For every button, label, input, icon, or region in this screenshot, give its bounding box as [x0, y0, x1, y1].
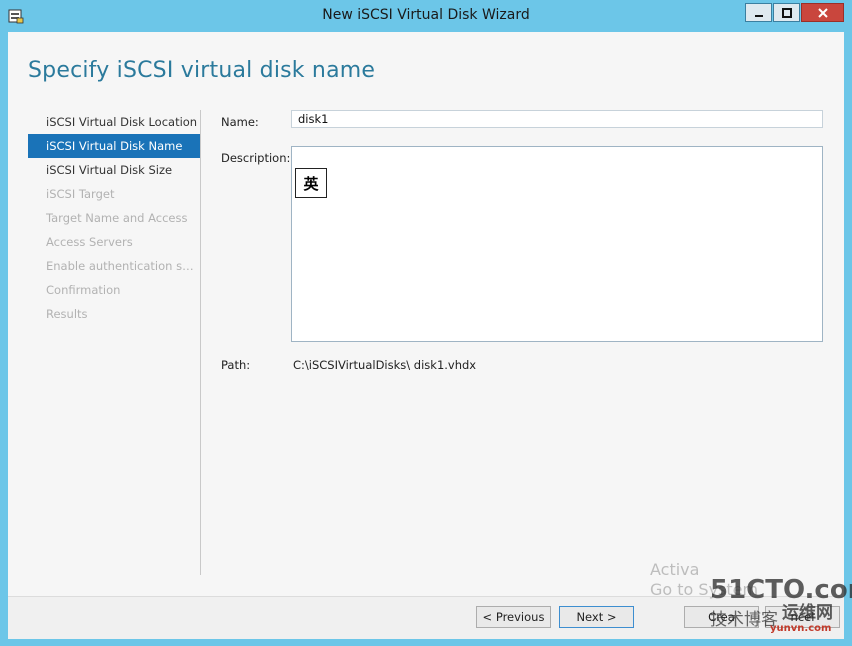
step-access-servers: Access Servers [46, 235, 133, 249]
name-input[interactable] [291, 110, 823, 128]
step-enable-authentication: Enable authentication ser... [46, 259, 200, 273]
description-label: Description: [221, 151, 291, 165]
path-value: C:\iSCSIVirtualDisks\ disk1.vhdx [293, 358, 477, 372]
site-url-watermark: yunvn.com [770, 623, 832, 634]
close-button[interactable] [801, 3, 844, 22]
previous-button[interactable]: < Previous [476, 606, 551, 628]
step-iscsi-target: iSCSI Target [46, 187, 115, 201]
name-label: Name: [221, 115, 259, 129]
close-icon [817, 7, 828, 18]
step-target-name-access: Target Name and Access [46, 211, 188, 225]
step-disk-name[interactable]: iSCSI Virtual Disk Name [28, 134, 200, 158]
nav-divider [200, 110, 201, 575]
page-title: Specify iSCSI virtual disk name [28, 58, 376, 83]
path-label: Path: [221, 358, 251, 372]
wizard-client-area: Specify iSCSI virtual disk name iSCSI Vi… [8, 32, 844, 639]
step-disk-size[interactable]: iSCSI Virtual Disk Size [28, 158, 200, 182]
ime-indicator: 英 [295, 168, 327, 198]
maximize-icon [781, 7, 792, 18]
step-confirmation: Confirmation [46, 283, 121, 297]
maximize-button[interactable] [773, 3, 800, 22]
minimize-button[interactable] [745, 3, 772, 22]
site-logo-subtitle: 技术博客 [710, 610, 778, 630]
site-name-watermark: 运维网 [782, 603, 833, 623]
step-disk-location[interactable]: iSCSI Virtual Disk Location [28, 110, 200, 134]
wizard-window: New iSCSI Virtual Disk Wizard Specify iS… [0, 0, 852, 646]
minimize-icon [754, 14, 763, 17]
description-textarea[interactable]: 英 [291, 146, 823, 342]
wizard-steps-nav: iSCSI Virtual Disk Location iSCSI Virtua… [28, 110, 200, 326]
title-bar[interactable]: New iSCSI Virtual Disk Wizard [0, 0, 852, 32]
step-results: Results [46, 307, 88, 321]
next-button[interactable]: Next > [559, 606, 634, 628]
window-title: New iSCSI Virtual Disk Wizard [322, 7, 530, 23]
